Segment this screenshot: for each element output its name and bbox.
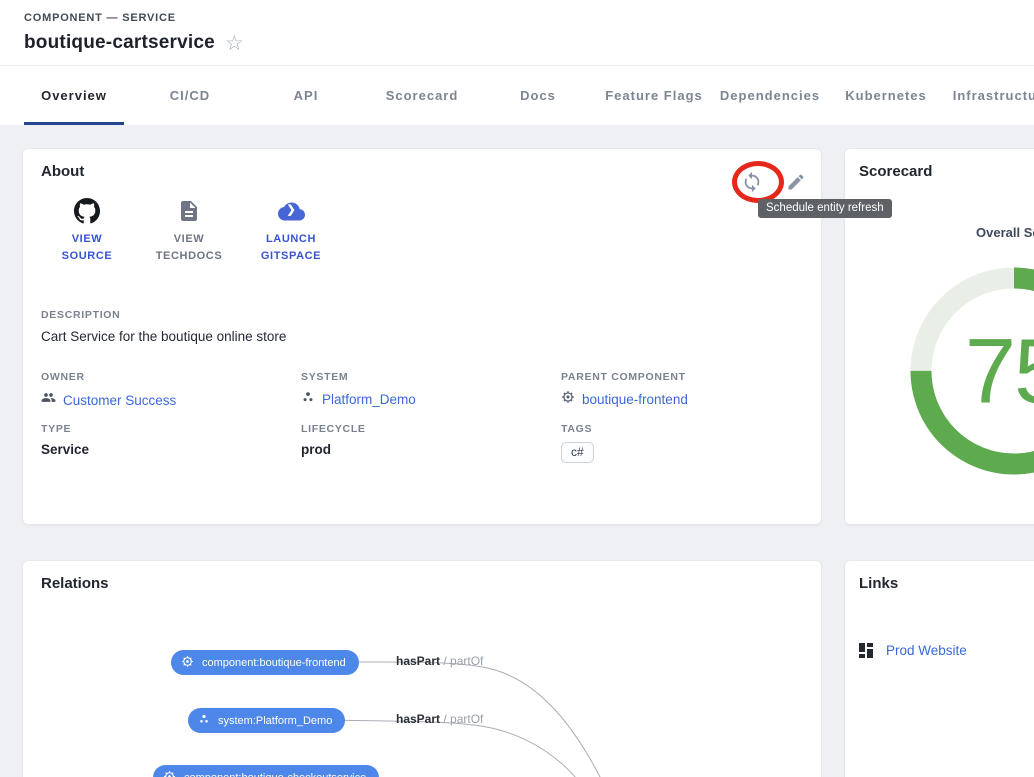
lifecycle-value: prod bbox=[301, 442, 331, 457]
refresh-button[interactable] bbox=[735, 165, 769, 199]
launch-gitspace-button[interactable]: ❯ LAUNCH GITSPACE bbox=[249, 197, 333, 265]
people-icon bbox=[41, 390, 56, 410]
tab-cicd[interactable]: CI/CD bbox=[132, 66, 248, 125]
system-link[interactable]: Platform_Demo bbox=[322, 392, 416, 407]
type-value: Service bbox=[41, 442, 89, 457]
page-header: COMPONENT — SERVICE boutique-cartservice… bbox=[0, 0, 1034, 66]
page-title: boutique-cartservice bbox=[24, 32, 215, 54]
links-card-title: Links bbox=[859, 575, 898, 592]
view-techdocs-button[interactable]: VIEW TECHDOCS bbox=[147, 197, 231, 265]
star-icon[interactable]: ☆ bbox=[225, 33, 244, 54]
relation-node-boutique-checkoutservice[interactable]: component:boutique-checkoutservice bbox=[153, 765, 379, 777]
component-icon bbox=[163, 770, 176, 777]
document-icon bbox=[177, 197, 201, 225]
owner-field: OWNER Customer Success bbox=[41, 371, 301, 410]
cloud-icon: ❯ bbox=[278, 197, 305, 225]
relations-edges bbox=[23, 561, 823, 777]
system-icon bbox=[301, 390, 315, 409]
dashboard-icon bbox=[859, 643, 874, 658]
relations-card: Relations component:boutique-frontend sy… bbox=[22, 560, 822, 777]
breadcrumb: COMPONENT — SERVICE bbox=[24, 12, 176, 24]
tab-kubernetes[interactable]: Kubernetes bbox=[828, 66, 944, 125]
launch-gitspace-label: LAUNCH GITSPACE bbox=[249, 231, 333, 265]
description-text: Cart Service for the boutique online sto… bbox=[41, 329, 286, 344]
tab-dependencies[interactable]: Dependencies bbox=[712, 66, 828, 125]
component-icon bbox=[561, 390, 575, 409]
about-actions: VIEW SOURCE VIEW TECHDOCS ❯ LAUNCH GITSP… bbox=[45, 197, 333, 265]
github-icon bbox=[74, 197, 100, 225]
view-techdocs-label: VIEW TECHDOCS bbox=[147, 231, 231, 265]
scorecard-card-title: Scorecard bbox=[859, 163, 932, 180]
tags-field: TAGS c# bbox=[561, 423, 821, 463]
overall-score-label: Overall Score bbox=[976, 225, 1034, 240]
parent-component-field: PARENT COMPONENT boutique-frontend bbox=[561, 371, 821, 410]
system-field: SYSTEM Platform_Demo bbox=[301, 371, 561, 410]
tab-docs[interactable]: Docs bbox=[480, 66, 596, 125]
view-source-label: VIEW SOURCE bbox=[45, 231, 129, 265]
about-card-title: About bbox=[41, 163, 84, 180]
tag-chip: c# bbox=[561, 442, 594, 463]
tab-overview[interactable]: Overview bbox=[16, 66, 132, 125]
type-field: TYPE Service bbox=[41, 423, 301, 463]
prod-website-link[interactable]: Prod Website bbox=[859, 643, 967, 658]
tabs-bar: Overview CI/CD API Scorecard Docs Featur… bbox=[0, 66, 1034, 125]
edge-label: hasPart / partOf bbox=[396, 654, 483, 668]
relation-node-boutique-frontend[interactable]: component:boutique-frontend bbox=[171, 650, 359, 675]
parent-component-link[interactable]: boutique-frontend bbox=[582, 392, 688, 407]
about-card: About VIEW SOURCE VIEW TECHDOCS ❯ LAUNCH… bbox=[22, 148, 822, 525]
lifecycle-field: LIFECYCLE prod bbox=[301, 423, 561, 463]
owner-link[interactable]: Customer Success bbox=[63, 393, 176, 408]
description-label: DESCRIPTION bbox=[41, 309, 120, 321]
edit-pencil-button[interactable] bbox=[779, 165, 813, 199]
refresh-tooltip: Schedule entity refresh bbox=[758, 199, 892, 218]
links-card: Links Prod Website bbox=[844, 560, 1034, 777]
tab-api[interactable]: API bbox=[248, 66, 364, 125]
view-source-button[interactable]: VIEW SOURCE bbox=[45, 197, 129, 265]
edge-label: hasPart / partOf bbox=[396, 712, 483, 726]
tab-feature-flags[interactable]: Feature Flags bbox=[596, 66, 712, 125]
active-tab-underline bbox=[24, 122, 124, 125]
relation-node-platform-demo[interactable]: system:Platform_Demo bbox=[188, 708, 345, 733]
tab-infrastructure[interactable]: Infrastructure bbox=[944, 66, 1034, 125]
component-icon bbox=[181, 655, 194, 671]
system-icon bbox=[198, 713, 210, 728]
tab-scorecard[interactable]: Scorecard bbox=[364, 66, 480, 125]
score-value: 75 bbox=[965, 320, 1034, 425]
